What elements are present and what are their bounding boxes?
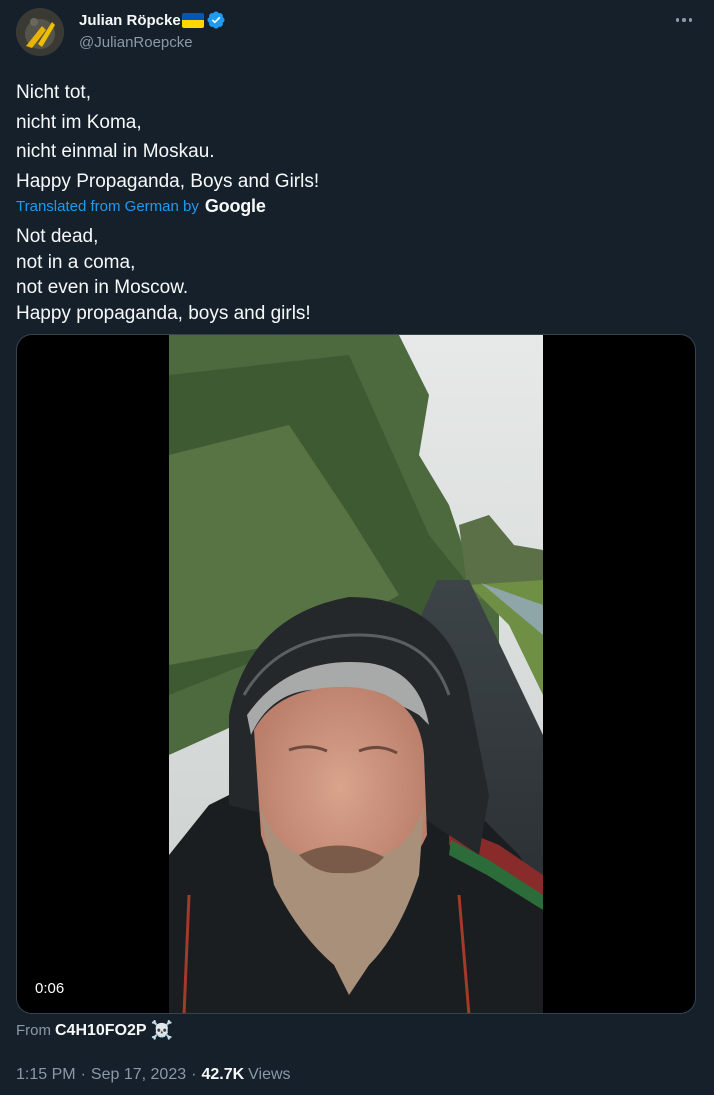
video-source: From C4H10FO2P ☠️ [16, 1020, 173, 1041]
separator: · [191, 1066, 197, 1083]
author-handle[interactable]: @JulianRoepcke [79, 34, 193, 51]
tweet-original-text: Nicht tot, nicht im Koma, nicht einmal i… [16, 78, 319, 196]
original-line: nicht einmal in Moskau. [16, 141, 215, 162]
more-options-icon[interactable] [672, 8, 696, 32]
tweet-card: Julian Röpcke @JulianRoepcke Nicht tot, … [0, 0, 714, 1095]
original-line: nicht im Koma, [16, 111, 142, 133]
views-count[interactable]: 42.7K [201, 1066, 244, 1084]
translated-label[interactable]: Translated from German by [16, 198, 199, 215]
translation-line: not even in Moscow. [16, 277, 189, 299]
from-label: From [16, 1022, 51, 1039]
views-label: Views [248, 1066, 291, 1083]
separator: · [80, 1066, 86, 1083]
tweet-translation-text: Not dead, not in a coma, not even in Mos… [16, 224, 311, 327]
source-account-link[interactable]: C4H10FO2P [55, 1022, 147, 1040]
original-line: Nicht tot, [16, 82, 91, 103]
avatar[interactable] [16, 8, 64, 56]
ukraine-flag-icon [181, 12, 204, 28]
tweet-meta: 1:15 PM · Sep 17, 2023 · 42.7K Views [16, 1066, 291, 1084]
verified-badge-icon [207, 11, 225, 29]
video-player[interactable]: 0:06 [16, 334, 696, 1014]
translation-line: Not dead, [16, 226, 99, 247]
translation-line: not in a coma, [16, 251, 136, 273]
video-frame[interactable] [169, 335, 543, 1013]
author-name-row[interactable]: Julian Röpcke [79, 10, 226, 30]
tweet-time[interactable]: 1:15 PM [16, 1066, 76, 1084]
google-logo: Google [204, 196, 266, 216]
tweet-date[interactable]: Sep 17, 2023 [91, 1066, 186, 1084]
translation-line: Happy propaganda, boys and girls! [16, 303, 311, 325]
translation-attribution: Translated from German by Google [16, 196, 266, 217]
skull-crossbones-icon: ☠️ [150, 1020, 174, 1040]
video-duration: 0:06 [29, 978, 71, 999]
original-line: Happy Propaganda, Boys and Girls! [16, 170, 320, 192]
display-name[interactable]: Julian Röpcke [79, 12, 181, 29]
